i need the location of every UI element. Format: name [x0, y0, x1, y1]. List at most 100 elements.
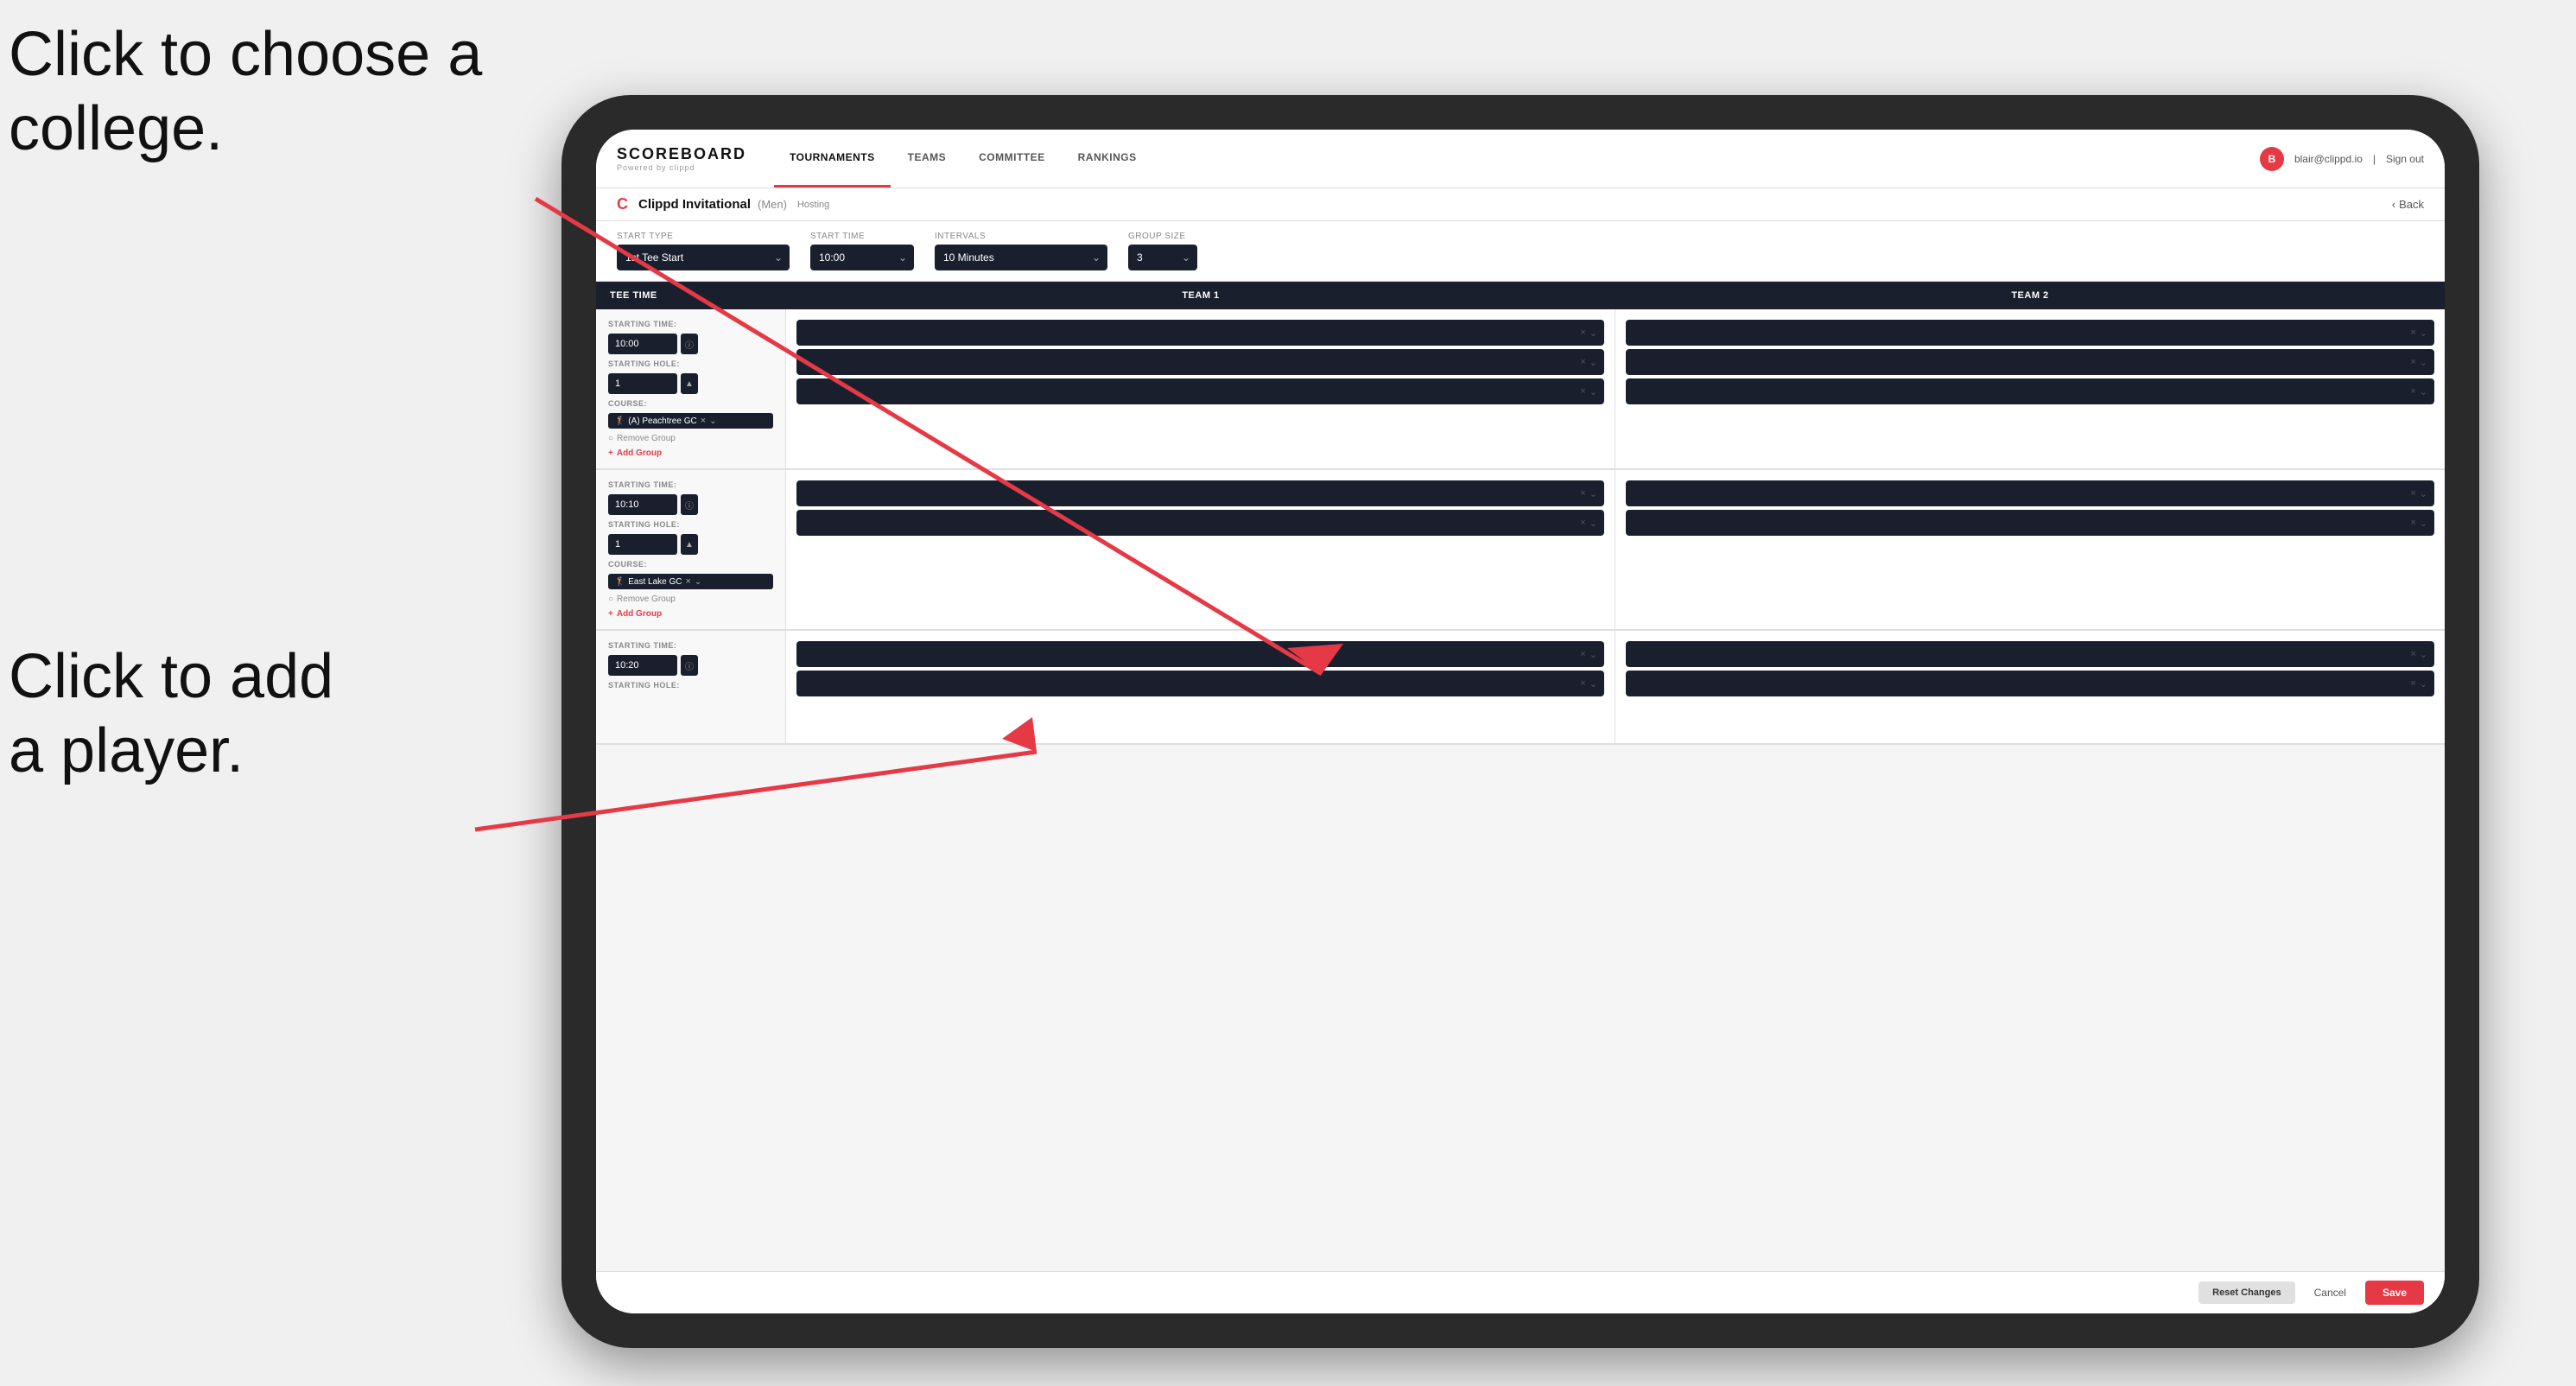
hole-up-btn-1[interactable]: ▲ [681, 373, 698, 394]
separator: | [2373, 153, 2376, 165]
annotation-top: Click to choose a college. [9, 17, 482, 167]
hole-up-btn-2[interactable]: ▲ [681, 534, 698, 555]
header-right: B blair@clippd.io | Sign out [2260, 147, 2424, 171]
tournament-gender: (Men) [758, 198, 787, 211]
starting-hole-input-row-2: ▲ [608, 534, 773, 555]
group-size-label: Group Size [1128, 232, 1197, 241]
table-header: Tee Time Team 1 Team 2 [596, 282, 2445, 309]
app-header: SCOREBOARD Powered by clippd TOURNAMENTS… [596, 130, 2445, 188]
player-slot-1-1[interactable]: × ⌄ [796, 320, 1604, 346]
remove-group-2[interactable]: ○ Remove Group [608, 594, 773, 604]
start-type-wrapper: 1st Tee Start [617, 245, 790, 270]
starting-time-label-2: STARTING TIME: [608, 480, 773, 489]
team2-col-2: × ⌄ × ⌄ [1615, 470, 2445, 629]
intervals-select[interactable]: 10 Minutes [935, 245, 1107, 270]
nav-tab-tournaments[interactable]: TOURNAMENTS [774, 130, 891, 188]
team2-col-3: × ⌄ × ⌄ [1615, 631, 2445, 743]
starting-time-input-2[interactable] [608, 494, 677, 515]
tee-time-section-3: STARTING TIME: ⓘ STARTING HOLE: × ⌄ [596, 631, 2445, 745]
sign-out-link[interactable]: Sign out [2386, 153, 2424, 165]
player-slot-4-2[interactable]: × ⌄ [1626, 510, 2434, 536]
clippd-logo: C [617, 195, 628, 213]
player-slot-3-2[interactable]: × ⌄ [796, 510, 1604, 536]
tee-time-section-1: STARTING TIME: ⓘ STARTING HOLE: ▲ COURSE… [596, 309, 2445, 470]
th-team1: Team 1 [786, 290, 1615, 301]
intervals-group: Intervals 10 Minutes [935, 232, 1107, 270]
logo-area: SCOREBOARD Powered by clippd [617, 145, 746, 172]
hosting-badge: Hosting [797, 200, 829, 210]
tablet-frame: SCOREBOARD Powered by clippd TOURNAMENTS… [562, 95, 2479, 1348]
nav-tab-teams[interactable]: TEAMS [892, 130, 962, 188]
starting-time-input-1[interactable] [608, 334, 677, 354]
tee-time-row-3: STARTING TIME: ⓘ STARTING HOLE: × ⌄ [596, 631, 2445, 743]
tournament-title: Clippd Invitational [638, 197, 751, 212]
add-group-2[interactable]: + Add Group [608, 609, 773, 619]
start-time-select[interactable]: 10:00 [810, 245, 914, 270]
slot-close-1-3[interactable]: × [1580, 386, 1585, 397]
player-slot-2-2[interactable]: × ⌄ [1626, 349, 2434, 375]
tee-time-row-1: STARTING TIME: ⓘ STARTING HOLE: ▲ COURSE… [596, 309, 2445, 468]
player-slot-3-1[interactable]: × ⌄ [796, 480, 1604, 506]
starting-time-label-1: STARTING TIME: [608, 320, 773, 328]
tee-time-row-2: STARTING TIME: ⓘ STARTING HOLE: ▲ COURSE… [596, 470, 2445, 629]
starting-time-label-3: STARTING TIME: [608, 641, 773, 650]
starting-time-input-3[interactable] [608, 655, 677, 676]
starting-time-input-row-2: ⓘ [608, 494, 773, 515]
course-label-1: COURSE: [608, 399, 773, 408]
slot-chevron-1-2[interactable]: ⌄ [1589, 357, 1597, 368]
start-time-wrapper: 10:00 [810, 245, 914, 270]
start-time-label: Start Time [810, 232, 914, 241]
start-type-group: Start Type 1st Tee Start [617, 232, 790, 270]
player-slot-6-1[interactable]: × ⌄ [1626, 641, 2434, 667]
tee-time-controls-3: STARTING TIME: ⓘ STARTING HOLE: [596, 631, 786, 743]
starting-hole-input-2[interactable] [608, 534, 677, 555]
start-time-group: Start Time 10:00 [810, 232, 914, 270]
group-size-group: Group Size 3 [1128, 232, 1197, 270]
player-slot-1-3[interactable]: × ⌄ [796, 378, 1604, 404]
logo-sub: Powered by clippd [617, 163, 746, 172]
player-slot-6-2[interactable]: × ⌄ [1626, 671, 2434, 696]
starting-time-input-row-3: ⓘ [608, 655, 773, 676]
slot-chevron-1-3[interactable]: ⌄ [1589, 386, 1597, 397]
annotation-mid: Click to add a player. [9, 639, 333, 789]
time-info-btn-1[interactable]: ⓘ [681, 334, 698, 354]
time-info-btn-3[interactable]: ⓘ [681, 655, 698, 676]
slot-close-1-1[interactable]: × [1580, 327, 1585, 338]
sub-header: C Clippd Invitational (Men) Hosting ‹ Ba… [596, 188, 2445, 221]
nav-tab-rankings[interactable]: RANKINGS [1063, 130, 1152, 188]
player-slot-2-1[interactable]: × ⌄ [1626, 320, 2434, 346]
starting-hole-label-2: STARTING HOLE: [608, 520, 773, 529]
course-label-2: COURSE: [608, 560, 773, 569]
tee-time-controls-2: STARTING TIME: ⓘ STARTING HOLE: ▲ COURSE… [596, 470, 786, 629]
nav-tab-committee[interactable]: COMMITTEE [963, 130, 1061, 188]
group-size-select[interactable]: 3 [1128, 245, 1197, 270]
add-group-1[interactable]: + Add Group [608, 448, 773, 458]
cancel-button[interactable]: Cancel [2304, 1281, 2357, 1305]
starting-hole-input-row-1: ▲ [608, 373, 773, 394]
bottom-bar: Reset Changes Cancel Save [596, 1271, 2445, 1313]
team1-col-2: × ⌄ × ⌄ [786, 470, 1615, 629]
back-button[interactable]: ‹ Back [2392, 198, 2424, 211]
tee-time-section-2: STARTING TIME: ⓘ STARTING HOLE: ▲ COURSE… [596, 470, 2445, 631]
starting-hole-input-1[interactable] [608, 373, 677, 394]
group-size-wrapper: 3 [1128, 245, 1197, 270]
slot-chevron-1-1[interactable]: ⌄ [1589, 327, 1597, 339]
reset-button[interactable]: Reset Changes [2198, 1281, 2294, 1304]
nav-tabs: TOURNAMENTS TEAMS COMMITTEE RANKINGS [774, 130, 2260, 188]
player-slot-5-2[interactable]: × ⌄ [796, 671, 1604, 696]
course-tag-2[interactable]: 🏌 East Lake GC × ⌄ [608, 574, 773, 589]
player-slot-4-1[interactable]: × ⌄ [1626, 480, 2434, 506]
team1-col-1: × ⌄ × ⌄ × ⌄ [786, 309, 1615, 468]
time-info-btn-2[interactable]: ⓘ [681, 494, 698, 515]
remove-group-1[interactable]: ○ Remove Group [608, 434, 773, 443]
team1-col-3: × ⌄ × ⌄ [786, 631, 1615, 743]
save-button[interactable]: Save [2365, 1281, 2424, 1305]
player-slot-2-3[interactable]: × ⌄ [1626, 378, 2434, 404]
course-tag-1[interactable]: 🏌 (A) Peachtree GC × ⌄ [608, 413, 773, 429]
player-slot-1-2[interactable]: × ⌄ [796, 349, 1604, 375]
schedule-area: STARTING TIME: ⓘ STARTING HOLE: ▲ COURSE… [596, 309, 2445, 1271]
start-type-select[interactable]: 1st Tee Start [617, 245, 790, 270]
user-email: blair@clippd.io [2294, 153, 2363, 165]
slot-close-1-2[interactable]: × [1580, 357, 1585, 367]
player-slot-5-1[interactable]: × ⌄ [796, 641, 1604, 667]
